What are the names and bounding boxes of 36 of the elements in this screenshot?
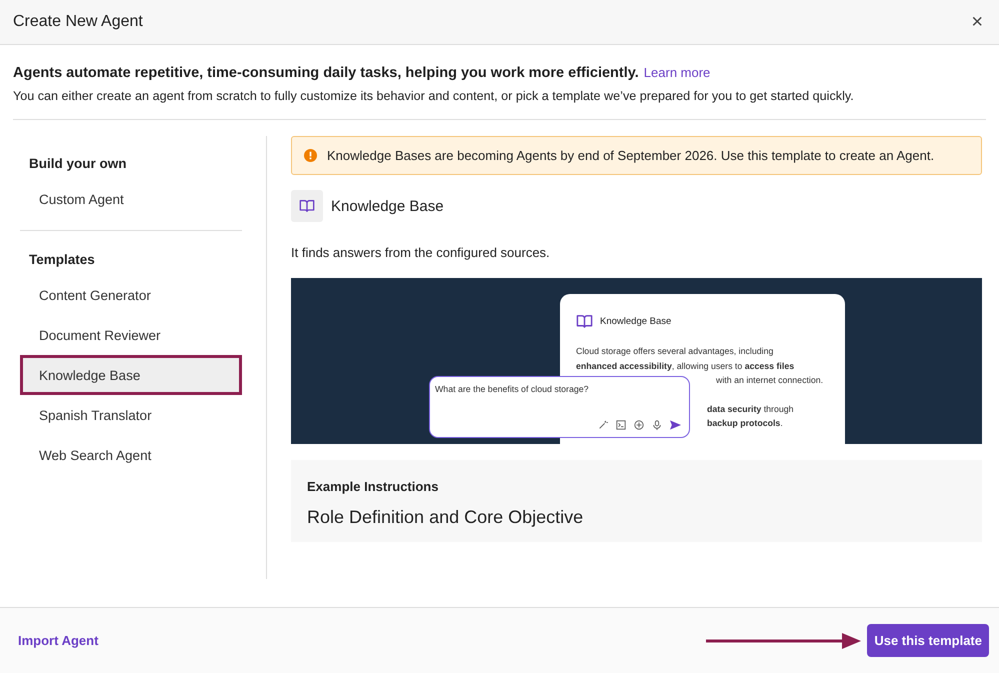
import-agent-button[interactable]: Import Agent [18,633,98,648]
sidebar-item[interactable]: Spanish Translator [20,395,242,435]
sidebar-item[interactable]: Knowledge Base [20,355,242,395]
warning-icon [304,149,317,162]
use-template-button[interactable]: Use this template [867,624,989,657]
plus-icon[interactable] [634,420,644,430]
section-title: Templates [28,252,96,269]
sidebar-item[interactable]: Content Generator [20,275,242,315]
chat-input[interactable]: What are the benefits of cloud storage? [429,376,690,438]
card-text: with an internet connection. [716,374,824,387]
sidebar-item[interactable]: Document Reviewer [20,315,242,355]
notice-text: Knowledge Bases are becoming Agents by end of September 2026. Use this template to create an Agent. [327,147,934,164]
template-name: Knowledge Base [331,198,444,214]
instructions-heading: Role Definition and Core Objective [307,507,584,528]
card-text: backup protocols. [707,417,783,430]
close-button[interactable]: × [967,12,987,32]
question-text: What are the benefits of cloud storage? [435,384,590,394]
section-title: Build your own [28,156,128,173]
dialog-title: Create New Agent [13,13,143,31]
card-text: Cloud storage offers several advantages, including [576,345,774,358]
intro-description: You can either create an agent from scratch to fully customize its behavior and content, or pick a template we’ve prepared for you to get started quickly. [13,89,855,103]
intro-headline: Agents automate repetitive, time-consuming daily tasks, helping you work more efficiently. [13,65,639,81]
card-text: enhanced accessibility, allowing users to access files [576,360,796,373]
book-icon [299,198,315,214]
card-text: data security through [707,402,794,416]
wand-icon[interactable] [598,420,608,430]
book-icon [576,313,593,330]
sidebar-item[interactable]: Web Search Agent [20,435,242,475]
instructions-label: Example Instructions [307,479,440,494]
learn-more-link[interactable]: Learn more [644,65,710,80]
template-description: It finds answers from the configured sources. [291,245,551,260]
card-title: Knowledge Base [600,316,672,327]
send-icon[interactable] [670,420,681,430]
microphone-icon[interactable] [652,420,662,430]
sidebar-item[interactable]: Custom Agent [20,179,242,219]
terminal-icon[interactable] [616,420,626,430]
